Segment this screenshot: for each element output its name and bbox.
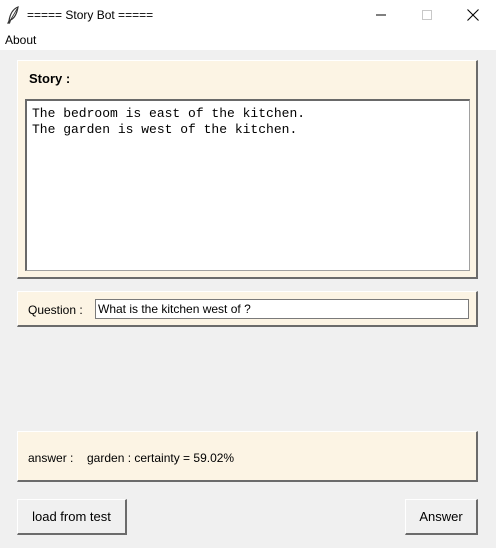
question-input[interactable] [95, 299, 469, 319]
maximize-button[interactable] [404, 0, 450, 30]
story-panel: Story : The bedroom is east of the kitch… [17, 60, 478, 279]
story-label: Story : [29, 71, 71, 86]
minimize-button[interactable] [358, 0, 404, 30]
question-label: Question : [28, 303, 83, 317]
close-icon [467, 9, 479, 21]
minimize-icon [376, 14, 386, 16]
question-panel: Question : [17, 291, 478, 327]
answer-panel: answer : garden : certainty = 59.02% [17, 431, 478, 482]
close-button[interactable] [450, 0, 496, 30]
menu-bar: About [0, 30, 496, 50]
answer-button[interactable]: Answer [405, 499, 478, 535]
load-from-test-button[interactable]: load from test [17, 499, 127, 535]
story-textarea[interactable]: The bedroom is east of the kitchen. The … [25, 99, 470, 271]
menu-item-about[interactable]: About [5, 33, 36, 47]
answer-value: garden : certainty = 59.02% [87, 451, 235, 465]
title-bar: ===== Story Bot ===== [0, 0, 496, 30]
feather-icon [7, 6, 19, 24]
answer-label: answer : [28, 451, 74, 465]
window-title: ===== Story Bot ===== [27, 8, 154, 22]
maximize-icon [422, 10, 432, 20]
